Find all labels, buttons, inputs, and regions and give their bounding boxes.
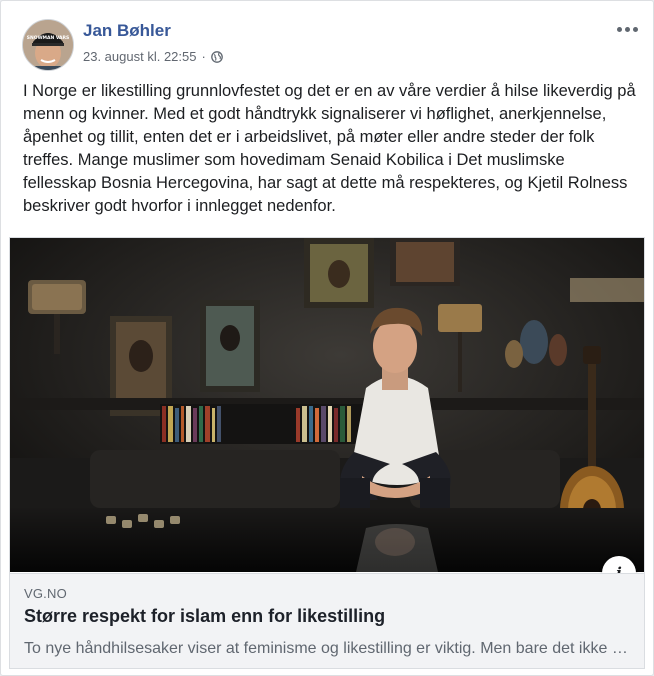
link-preview-body[interactable]: VG.NO Større respekt for islam enn for l… [10, 573, 644, 668]
meta-separator: · [201, 49, 206, 64]
post-meta: 23. august kl. 22:55 · [83, 49, 223, 64]
post-text: I Norge er likestilling grunnlovfestet o… [23, 82, 636, 215]
facebook-post: SNOWMAN VARS Jan Bøhler 23. august kl. 2… [0, 0, 654, 676]
author-name-link[interactable]: Jan Bøhler [83, 21, 171, 41]
globe-icon[interactable] [210, 50, 223, 63]
link-description: To nye håndhilsesaker viser at feminisme… [24, 640, 634, 657]
link-headline[interactable]: Større respekt for islam enn for likesti… [24, 606, 385, 627]
post-timestamp[interactable]: 23. august kl. 22:55 [83, 49, 196, 64]
link-preview-card[interactable]: i VG.NO Større respekt for islam enn for… [9, 237, 645, 669]
link-preview-image[interactable] [10, 238, 645, 572]
author-avatar[interactable]: SNOWMAN VARS [22, 19, 74, 71]
link-domain: VG.NO [24, 586, 67, 601]
more-options-icon[interactable] [613, 17, 641, 41]
avatar-cap-text: SNOWMAN VARS [27, 35, 69, 41]
